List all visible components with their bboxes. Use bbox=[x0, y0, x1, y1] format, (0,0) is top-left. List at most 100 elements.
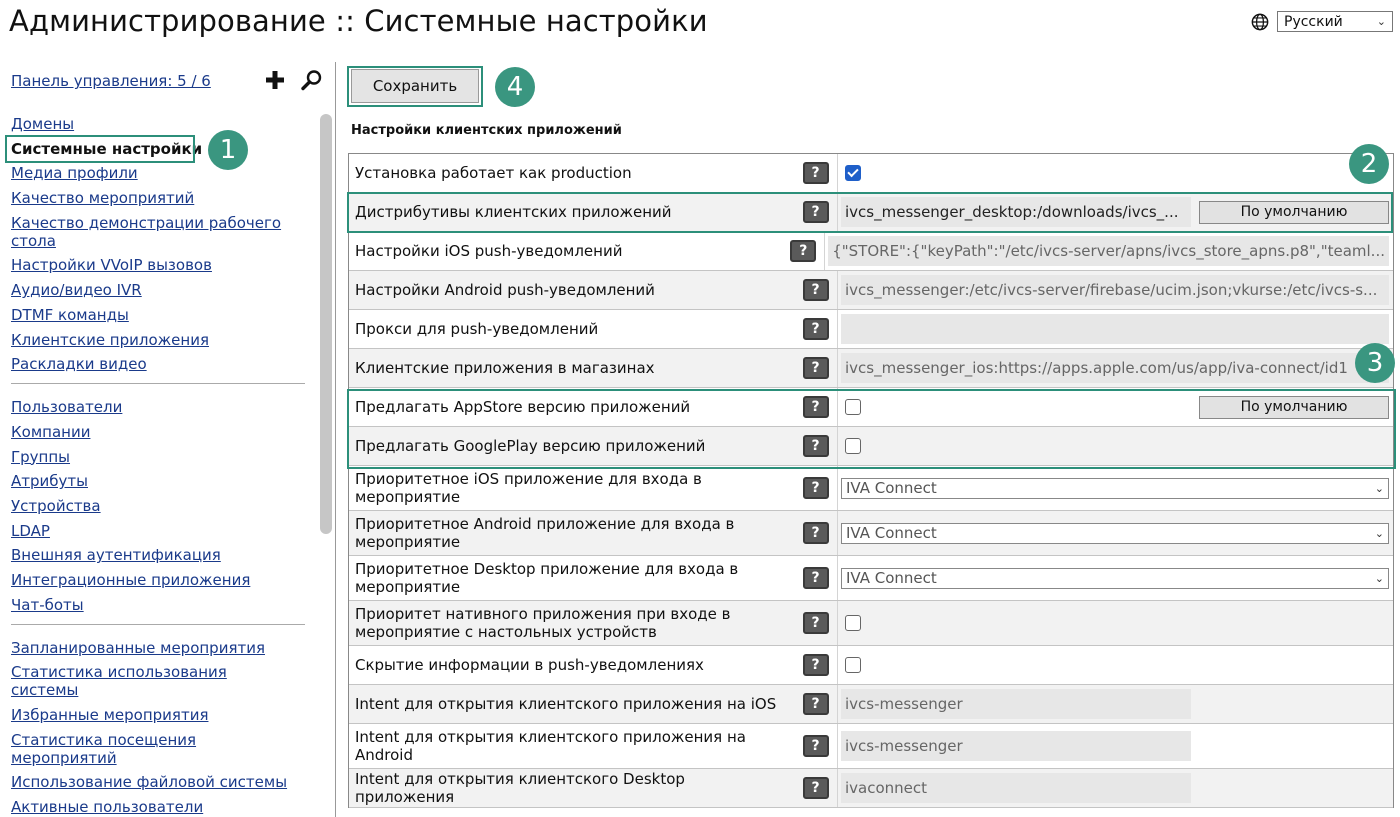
help-icon[interactable]: ? bbox=[802, 612, 829, 634]
sidebar-item[interactable]: Статистика посещения мероприятий bbox=[11, 731, 291, 767]
sidebar-item[interactable]: Группы bbox=[11, 448, 311, 466]
help-icon[interactable]: ? bbox=[802, 357, 829, 379]
setting-input[interactable]: ivaconnect bbox=[841, 773, 1191, 803]
sidebar-item[interactable]: Внешняя аутентификация bbox=[11, 546, 311, 564]
annotation-badge-3: 3 bbox=[1355, 343, 1395, 383]
setting-value bbox=[837, 646, 1393, 684]
help-cell: ? bbox=[782, 232, 824, 270]
setting-input[interactable]: ivcs_messenger_ios:https://apps.apple.co… bbox=[841, 353, 1389, 383]
sidebar-item[interactable]: DTMF команды bbox=[11, 306, 311, 324]
setting-checkbox[interactable] bbox=[845, 165, 861, 181]
plus-icon[interactable] bbox=[265, 70, 285, 90]
sidebar-item[interactable]: Качество мероприятий bbox=[11, 189, 311, 207]
setting-input[interactable]: ivcs_messenger:/etc/ivcs-server/firebase… bbox=[841, 275, 1389, 305]
help-icon[interactable]: ? bbox=[790, 240, 817, 262]
setting-checkbox[interactable] bbox=[845, 615, 861, 631]
settings-row: Настройки Android push-уведомлений? ivcs_… bbox=[349, 271, 1393, 310]
setting-value: ivaconnect bbox=[837, 769, 1393, 807]
settings-row: Приоритетное Desktop приложение для вход… bbox=[349, 556, 1393, 601]
sidebar-panel-link[interactable]: Панель управления: 5 / 6 bbox=[11, 72, 211, 90]
highlight-save-button bbox=[347, 66, 483, 107]
help-icon[interactable]: ? bbox=[802, 693, 829, 715]
search-icon[interactable] bbox=[301, 69, 323, 91]
setting-value bbox=[837, 310, 1393, 348]
annotation-badge-4: 4 bbox=[495, 67, 535, 107]
sidebar-item[interactable]: Атрибуты bbox=[11, 472, 311, 490]
setting-select[interactable]: IVA Connect ⌄ bbox=[841, 567, 1389, 589]
setting-label: Intent для открытия клиентского Desktop … bbox=[355, 770, 685, 806]
setting-select[interactable]: IVA Connect ⌄ bbox=[841, 522, 1389, 544]
setting-value: ivcs-messenger bbox=[837, 685, 1393, 723]
sidebar-item[interactable]: Настройки VVoIP вызовов bbox=[11, 256, 311, 274]
setting-value: IVA Connect ⌄ bbox=[837, 466, 1393, 510]
language-switcher: Русский ⌄ bbox=[1251, 11, 1393, 32]
setting-input[interactable] bbox=[841, 314, 1389, 344]
setting-value: ivcs-messenger bbox=[837, 724, 1393, 768]
help-cell: ? bbox=[794, 154, 837, 192]
sidebar-item[interactable]: Интеграционные приложения bbox=[11, 571, 311, 589]
help-cell: ? bbox=[794, 310, 837, 348]
help-cell: ? bbox=[794, 271, 837, 309]
help-icon[interactable]: ? bbox=[802, 567, 829, 589]
page-title: Администрирование :: Системные настройки bbox=[9, 4, 708, 38]
setting-label: Intent для открытия клиентского приложен… bbox=[355, 695, 777, 713]
sidebar-item[interactable]: Использование файловой системы bbox=[11, 773, 311, 791]
sidebar-scrollbar-thumb[interactable] bbox=[320, 114, 332, 534]
setting-input[interactable]: ivcs-messenger bbox=[841, 731, 1191, 761]
chevron-down-icon: ⌄ bbox=[1374, 571, 1384, 585]
help-cell: ? bbox=[794, 685, 837, 723]
setting-label: Приоритетное iOS приложение для входа в … bbox=[355, 470, 702, 506]
sidebar-item[interactable]: Медиа профили bbox=[11, 164, 311, 182]
help-icon[interactable]: ? bbox=[802, 522, 829, 544]
chevron-down-icon: ⌄ bbox=[1376, 15, 1386, 28]
sidebar-item[interactable]: Чат-боты bbox=[11, 596, 311, 614]
sidebar-item[interactable]: Избранные мероприятия bbox=[11, 706, 311, 724]
setting-label: Скрытие информации в push-уведомлениях bbox=[355, 656, 704, 674]
sidebar-item[interactable]: Клиентские приложения bbox=[11, 331, 311, 349]
setting-input[interactable]: {"STORE":{"keyPath":"/etc/ivcs-server/ap… bbox=[828, 236, 1389, 266]
setting-select[interactable]: IVA Connect ⌄ bbox=[841, 477, 1389, 499]
setting-value: IVA Connect ⌄ bbox=[837, 511, 1393, 555]
setting-input[interactable]: ivcs-messenger bbox=[841, 689, 1191, 719]
sidebar-item[interactable]: Раскладки видео bbox=[11, 355, 311, 373]
sidebar-item[interactable]: Устройства bbox=[11, 497, 311, 515]
setting-select-value: IVA Connect bbox=[846, 569, 937, 587]
setting-label: Клиентские приложения в магазинах bbox=[355, 359, 655, 377]
help-icon[interactable]: ? bbox=[802, 318, 829, 340]
help-icon[interactable]: ? bbox=[802, 777, 829, 799]
settings-table: Установка работает как production? Дистри… bbox=[348, 153, 1394, 808]
help-cell: ? bbox=[794, 466, 837, 510]
sidebar-item[interactable]: Аудио/видео IVR bbox=[11, 281, 311, 299]
setting-value bbox=[837, 154, 1393, 192]
sidebar-item[interactable]: Статистика использования системы bbox=[11, 663, 291, 699]
sidebar-item[interactable]: Активные пользователи bbox=[11, 798, 311, 816]
setting-value bbox=[837, 601, 1393, 645]
sidebar-item[interactable]: LDAP bbox=[11, 522, 311, 540]
language-select[interactable]: Русский ⌄ bbox=[1277, 11, 1393, 32]
setting-label: Приоритетное Android приложение для вход… bbox=[355, 515, 735, 551]
sidebar-scrollbar[interactable] bbox=[318, 114, 334, 589]
help-icon[interactable]: ? bbox=[802, 477, 829, 499]
setting-value: ivcs_messenger_ios:https://apps.apple.co… bbox=[837, 349, 1393, 387]
setting-checkbox[interactable] bbox=[845, 657, 861, 673]
settings-row: Приоритетное iOS приложение для входа в … bbox=[349, 466, 1393, 511]
help-icon[interactable]: ? bbox=[802, 735, 829, 757]
help-icon[interactable]: ? bbox=[802, 279, 829, 301]
help-icon[interactable]: ? bbox=[802, 654, 829, 676]
settings-row: Клиентские приложения в магазинах? ivcs_m… bbox=[349, 349, 1393, 388]
sidebar-divider bbox=[11, 623, 305, 625]
sidebar-item[interactable]: Компании bbox=[11, 423, 311, 441]
sidebar-item[interactable]: Пользователи bbox=[11, 398, 311, 416]
setting-select-value: IVA Connect bbox=[846, 479, 937, 497]
annotation-badge-2: 2 bbox=[1349, 144, 1389, 184]
setting-value: ivcs_messenger:/etc/ivcs-server/firebase… bbox=[837, 271, 1393, 309]
sidebar-item[interactable]: Домены bbox=[11, 115, 311, 133]
sidebar-item[interactable]: Качество демонстрации рабочего стола bbox=[11, 214, 291, 250]
settings-row: Intent для открытия клиентского Desktop … bbox=[349, 769, 1393, 808]
language-select-value: Русский bbox=[1284, 13, 1343, 30]
globe-icon bbox=[1251, 13, 1269, 30]
help-icon[interactable]: ? bbox=[802, 162, 829, 184]
chevron-down-icon: ⌄ bbox=[1374, 526, 1384, 540]
sidebar-item[interactable]: Запланированные мероприятия bbox=[11, 639, 311, 657]
settings-row: Intent для открытия клиентского приложен… bbox=[349, 724, 1393, 769]
